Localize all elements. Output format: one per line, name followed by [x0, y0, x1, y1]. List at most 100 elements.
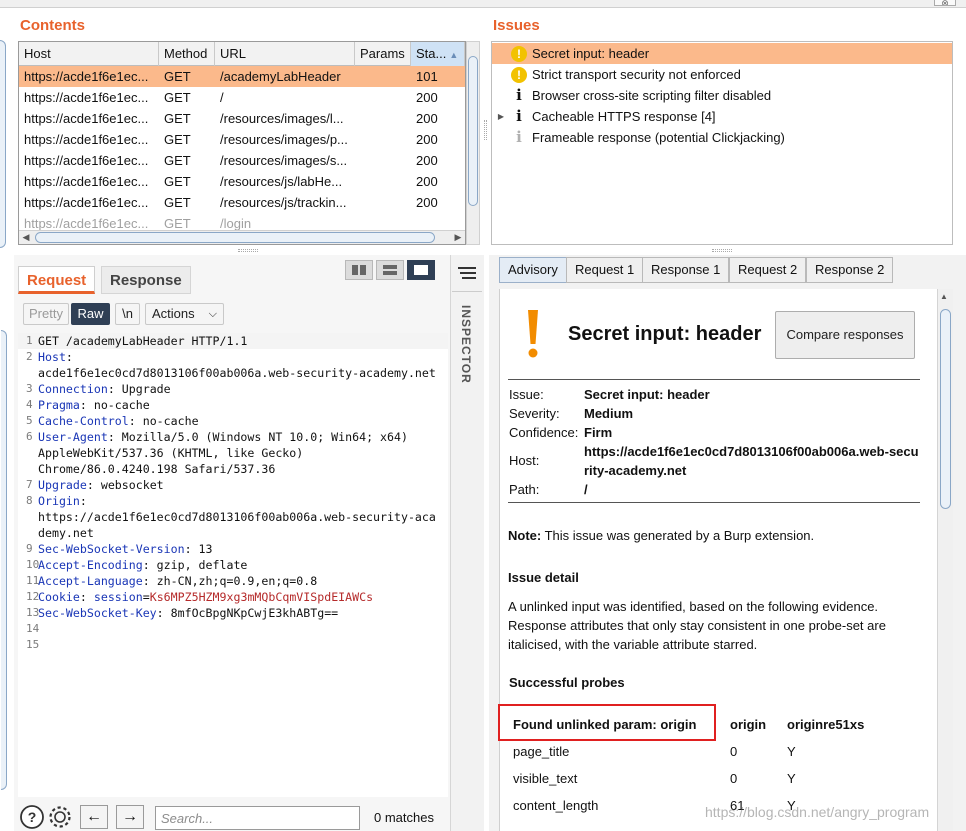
header-key: Accept-Language — [38, 574, 143, 588]
header-key: Upgrade — [38, 478, 87, 492]
code-text: https://acde1f6e1ec0cd7d8013106f00ab006a… — [38, 509, 436, 525]
search-input[interactable] — [155, 806, 360, 830]
contents-table[interactable]: Host Method URL Params Sta... ▲ https://a… — [18, 41, 466, 245]
host-value-line2: rity-academy.net — [584, 463, 687, 478]
layout-side-by-side-button[interactable] — [345, 260, 373, 280]
layout-stacked-button[interactable] — [376, 260, 404, 280]
code-text: Chrome/86.0.4240.198 Safari/537.36 — [38, 461, 275, 477]
line-number — [18, 365, 38, 381]
help-icon[interactable]: ? — [19, 804, 45, 830]
header-key: Cache-Control — [38, 414, 129, 428]
issue-item[interactable]: ▶ i Cacheable HTTPS response [4] — [492, 106, 952, 127]
table-row[interactable]: https://acde1f6e1ec... GET/resources/js/t… — [19, 192, 465, 213]
scroll-right-arrow-icon[interactable]: ▶ — [451, 231, 465, 244]
host-value-line1: https://acde1f6e1ec0cd7d8013106f00ab006a… — [584, 444, 919, 459]
tab-response-2[interactable]: Response 2 — [806, 257, 894, 283]
issue-item[interactable]: i Frameable response (potential Clickjack… — [492, 127, 952, 148]
column-method[interactable]: Method — [159, 42, 215, 66]
cell-method: GET — [164, 174, 191, 189]
column-url[interactable]: URL — [215, 42, 355, 66]
expand-arrow-icon[interactable]: ▶ — [492, 106, 510, 127]
next-match-button[interactable]: → — [116, 805, 144, 829]
header-key: User-Agent — [38, 430, 108, 444]
table-row[interactable]: https://acde1f6e1ec... GET/resources/imag… — [19, 129, 465, 150]
cell-host: https://acde1f6e1ec... — [24, 174, 149, 189]
tab-response-1[interactable]: Response 1 — [642, 257, 730, 283]
probe-cell: page_title — [513, 744, 570, 759]
scrollbar-thumb[interactable] — [940, 309, 951, 509]
compare-responses-button[interactable]: Compare responses — [775, 311, 915, 359]
issue-item[interactable]: i Browser cross-site scripting filter dis… — [492, 85, 952, 106]
tab-request[interactable]: Request — [18, 266, 96, 294]
table-row[interactable]: https://acde1f6e1ec... GET / 200 — [19, 87, 465, 108]
pretty-button[interactable]: Pretty — [23, 303, 69, 325]
cell-url: /resources/images/s... — [220, 153, 348, 168]
vertical-splitter-handle[interactable] — [484, 120, 487, 140]
code-segment: Chrome/86.0.4240.198 Safari/537.36 — [38, 462, 276, 476]
code-segment: AppleWebKit/537.36 (KHTML, like Gecko) — [38, 446, 304, 460]
probe-header-origin: origin — [730, 717, 767, 732]
raw-button[interactable]: Raw — [71, 303, 110, 325]
cell-url: /resources/js/labHe... — [220, 174, 343, 189]
tab-request-1[interactable]: Request 1 — [566, 257, 644, 283]
line-number — [18, 525, 38, 541]
cell-method: GET — [164, 69, 191, 84]
actions-dropdown[interactable]: Actions ⌵ — [145, 303, 224, 325]
contents-horizontal-scrollbar[interactable]: ◀ ▶ — [19, 230, 465, 244]
hamburger-menu-icon[interactable] — [456, 265, 478, 281]
code-line: 1 GET /academyLabHeader HTTP/1.1 — [18, 333, 448, 349]
scroll-left-arrow-icon[interactable]: ◀ — [19, 231, 33, 244]
cell-url: /resources/images/p... — [220, 132, 348, 147]
column-status-label: Sta... — [416, 46, 447, 61]
cell-url: /resources/js/trackin... — [220, 195, 347, 210]
horizontal-splitter-handle[interactable] — [238, 249, 258, 252]
code-line: 7 Upgrade: websocket — [18, 477, 448, 493]
left-edge-scroll-indicator[interactable] — [0, 40, 6, 248]
issue-item[interactable]: ! Secret input: header — [492, 43, 952, 64]
editor-scrollbar[interactable] — [1, 330, 7, 790]
code-line: 4 Pragma: no-cache — [18, 397, 448, 413]
contents-vertical-scrollbar[interactable] — [466, 41, 480, 245]
top-right-close-icon[interactable]: ⊗ — [934, 0, 956, 6]
issue-item[interactable]: ! Strict transport security not enforced — [492, 64, 952, 85]
tab-response[interactable]: Response — [101, 266, 191, 294]
previous-match-button[interactable]: ← — [80, 805, 108, 829]
tab-request-2[interactable]: Request 2 — [729, 257, 807, 283]
table-row[interactable]: https://acde1f6e1ec... GET/resources/js/l… — [19, 171, 465, 192]
advisory-vertical-scrollbar[interactable] — [937, 289, 953, 831]
tab-advisory[interactable]: Advisory — [499, 257, 567, 283]
issues-list[interactable]: ! Secret input: header! Strict transport s… — [491, 41, 953, 245]
scrollbar-thumb[interactable] — [35, 232, 435, 243]
issues-splitter-handle[interactable] — [712, 249, 732, 252]
header-key: Pragma — [38, 398, 80, 412]
table-row[interactable]: https://acde1f6e1ec... GET/resources/imag… — [19, 150, 465, 171]
code-text: Origin: — [38, 493, 87, 509]
code-segment: : no-cache — [128, 414, 199, 428]
scrollbar-thumb[interactable] — [468, 56, 478, 206]
newline-toggle-button[interactable]: \n — [115, 303, 140, 325]
code-line: Chrome/86.0.4240.198 Safari/537.36 — [18, 461, 448, 477]
column-host[interactable]: Host — [19, 42, 159, 66]
request-editor[interactable]: 1 GET /academyLabHeader HTTP/1.1 2 Host: acd… — [18, 333, 448, 797]
cookie-value: Ks6MPZ5HZM9xg3mMQbCqmVISpdEIAWCs — [149, 590, 374, 604]
info-icon: i — [516, 107, 522, 125]
column-status[interactable]: Sta... ▲ — [411, 42, 465, 66]
gear-icon[interactable] — [47, 804, 73, 830]
contents-title: Contents — [20, 17, 85, 34]
code-segment: acde1f6e1ec0cd7d8013106f00ab006a.web-sec… — [38, 366, 436, 380]
cell-url: /resources/images/l... — [220, 111, 344, 126]
successful-probes-heading: Successful probes — [509, 675, 625, 690]
header-key: Cookie — [38, 590, 80, 604]
warning-exclamation-icon — [518, 306, 548, 360]
inspector-label[interactable]: INSPECTOR — [459, 305, 473, 384]
probe-cell: 0 — [730, 744, 738, 759]
layout-single-button[interactable] — [407, 260, 435, 280]
column-params[interactable]: Params — [355, 42, 411, 66]
table-row[interactable]: https://acde1f6e1ec... GET/academyLabHead… — [19, 66, 465, 87]
table-row[interactable]: https://acde1f6e1ec... GET/resources/imag… — [19, 108, 465, 129]
code-line: 3 Connection: Upgrade — [18, 381, 448, 397]
code-segment: demy.net — [38, 526, 94, 540]
probe-cell: content_length — [513, 798, 599, 813]
issue-detail-heading: Issue detail — [508, 570, 579, 585]
advisory-scroll-up-icon[interactable]: ▲ — [940, 292, 948, 301]
